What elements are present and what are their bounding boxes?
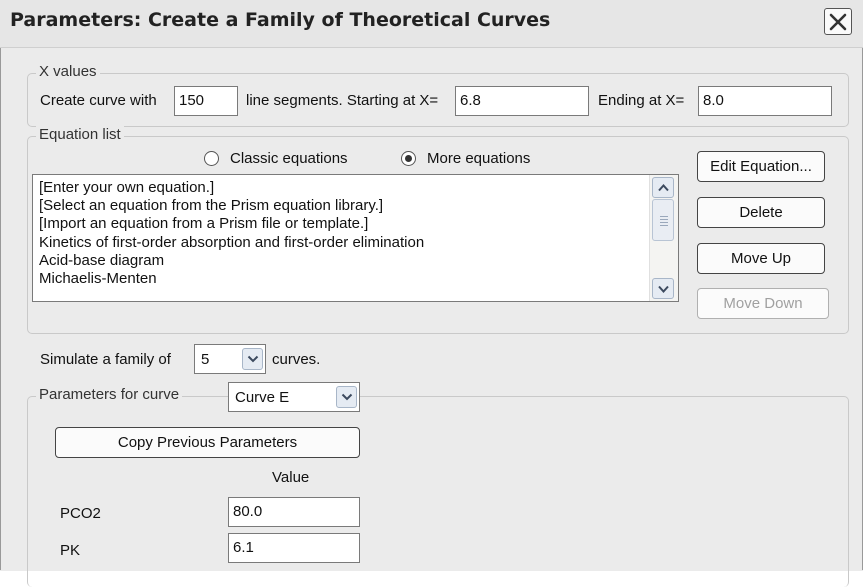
chevron-down-icon [658,285,669,293]
parameters-legend: Parameters for curve [36,386,183,403]
edit-equation-button[interactable]: Edit Equation... [697,151,825,182]
move-up-button[interactable]: Move Up [697,243,825,274]
list-item[interactable]: [Enter your own equation.] [39,179,424,197]
value-column-header: Value [272,469,310,486]
start-x-input[interactable]: 6.8 [455,86,589,116]
scroll-thumb[interactable] [652,199,674,241]
equation-list-legend: Equation list [36,126,124,143]
dialog-window: Parameters: Create a Family of Theoretic… [0,0,863,587]
more-equations-radio[interactable] [401,151,416,166]
list-item[interactable]: Michaelis-Menten [39,270,424,288]
dropdown-arrow-icon[interactable] [242,348,263,370]
list-item[interactable]: [Select an equation from the Prism equat… [39,197,424,215]
param-value-pk[interactable]: 6.1 [228,533,360,563]
equation-listbox[interactable]: [Enter your own equation.] [Select an eq… [32,174,679,302]
curve-select-value: Curve E [235,389,290,406]
x-values-legend: X values [36,63,100,80]
dropdown-arrow-icon[interactable] [336,386,357,408]
list-item[interactable]: Kinetics of first-order absorption and f… [39,234,424,252]
delete-button[interactable]: Delete [697,197,825,228]
param-name-pco2: PCO2 [60,505,101,522]
list-item[interactable]: [Import an equation from a Prism file or… [39,215,424,233]
simulate-label: Simulate a family of [40,351,171,368]
curve-count-select[interactable]: 5 [194,344,266,374]
chevron-up-icon [658,184,669,192]
copy-previous-parameters-button[interactable]: Copy Previous Parameters [55,427,360,458]
curve-count-value: 5 [201,351,210,368]
classic-equations-radio[interactable] [204,151,219,166]
move-down-button[interactable]: Move Down [697,288,829,319]
more-equations-label[interactable]: More equations [427,150,530,167]
ending-x-label: Ending at X= [598,92,685,109]
window-title: Parameters: Create a Family of Theoretic… [10,9,551,31]
title-bar: Parameters: Create a Family of Theoretic… [0,0,863,48]
end-x-input[interactable]: 8.0 [698,86,832,116]
segments-label: line segments. Starting at X= [246,92,439,109]
simulate-suffix-label: curves. [272,351,321,368]
parameters-group [27,396,849,587]
create-curve-label: Create curve with [40,92,157,109]
curve-select[interactable]: Curve E [228,382,360,412]
equation-scrollbar[interactable] [649,175,678,301]
param-value-pco2[interactable]: 80.0 [228,497,360,527]
classic-equations-label[interactable]: Classic equations [230,150,348,167]
scroll-down-button[interactable] [652,278,674,299]
close-icon [829,13,847,31]
segments-input[interactable]: 150 [174,86,238,116]
scroll-up-button[interactable] [652,177,674,198]
param-name-pk: PK [60,542,81,559]
close-button[interactable] [824,8,852,35]
list-item[interactable]: Acid-base diagram [39,252,424,270]
